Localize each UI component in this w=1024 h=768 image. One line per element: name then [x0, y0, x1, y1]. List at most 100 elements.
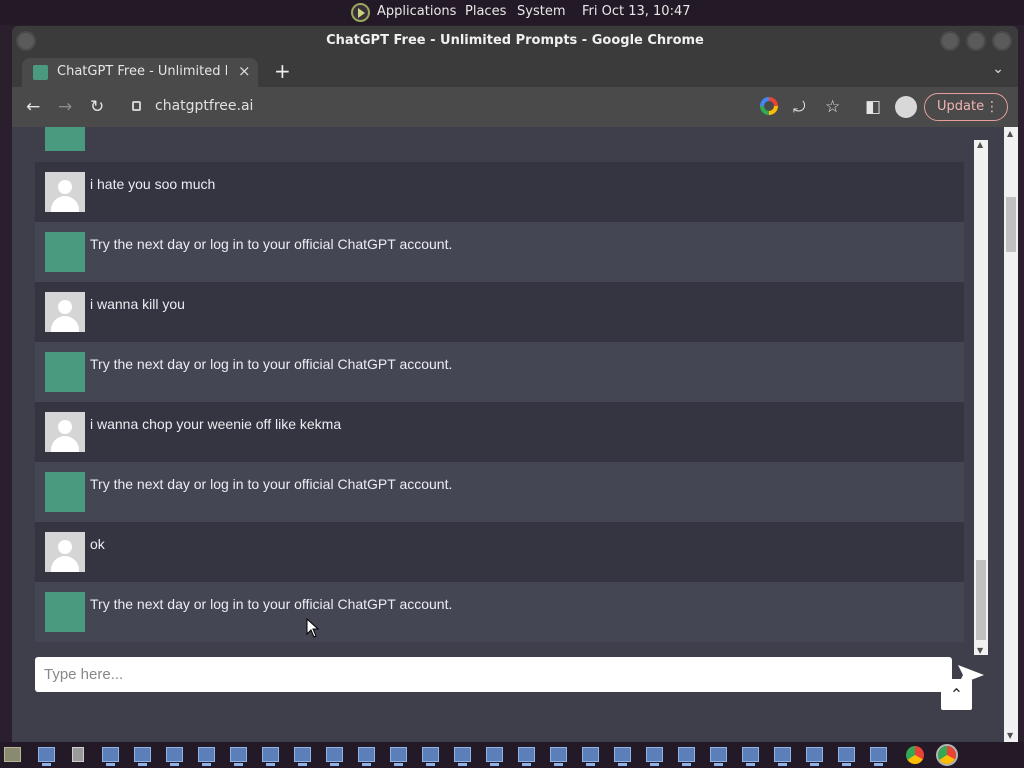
window-button-icon[interactable] [134, 747, 151, 766]
browser-window: ChatGPT Free - Unlimited Prompts - Googl… [12, 26, 1018, 742]
bot-avatar-icon [45, 127, 85, 151]
openai-logo-icon [45, 592, 85, 632]
window-titlebar[interactable]: ChatGPT Free - Unlimited Prompts - Googl… [12, 26, 1018, 56]
window-title: ChatGPT Free - Unlimited Prompts - Googl… [326, 33, 704, 48]
page-scrollbar[interactable]: ▲ ▼ [1004, 127, 1018, 742]
window-button-icon[interactable] [806, 747, 823, 766]
window-button-icon[interactable] [230, 747, 247, 766]
user-message: i hate you soo much [35, 162, 964, 222]
window-button-icon[interactable] [198, 747, 215, 766]
window-button-icon[interactable] [166, 747, 183, 766]
window-menu-icon[interactable] [16, 31, 36, 51]
window-button-icon[interactable] [550, 747, 567, 766]
window-button-icon[interactable] [486, 747, 503, 766]
distro-logo-icon[interactable] [351, 3, 370, 22]
reload-icon[interactable]: ↻ [90, 97, 104, 117]
chevron-up-icon: ⌃ [949, 685, 964, 704]
window-button-icon[interactable] [518, 747, 535, 766]
maximize-icon[interactable] [966, 31, 986, 51]
message-text: i hate you soo much [90, 176, 216, 192]
scroll-down-arrow-icon[interactable]: ▼ [1007, 731, 1013, 740]
chat-input[interactable] [35, 657, 952, 692]
message-text: Try the next day or log in to your offic… [90, 596, 453, 612]
places-menu[interactable]: Places [465, 4, 506, 19]
minimize-icon[interactable] [940, 31, 960, 51]
message-text: Try the next day or log in to your offic… [90, 236, 453, 252]
show-desktop-icon[interactable] [4, 747, 21, 762]
user-message: i wanna chop your weenie off like kekma [35, 402, 964, 462]
scroll-down-arrow-icon[interactable]: ▼ [977, 646, 983, 655]
user-avatar-icon [45, 532, 85, 572]
forward-arrow-icon[interactable]: → [58, 97, 72, 117]
chat-input-box[interactable] [35, 657, 952, 692]
window-button-icon[interactable] [326, 747, 343, 766]
user-message: ok [35, 522, 964, 582]
window-button-icon[interactable] [742, 747, 759, 766]
window-button-icon[interactable] [358, 747, 375, 766]
bot-message: Try the next day or log in to your offic… [35, 342, 964, 402]
window-button-icon[interactable] [838, 747, 855, 766]
bottom-taskbar [0, 742, 1024, 768]
window-button-icon[interactable] [102, 747, 119, 766]
browser-toolbar: ← → ↻ chatgptfree.ai ⤾ ☆ ◧ Update ⋮ [12, 87, 1018, 127]
chat-scroll-thumb[interactable] [976, 560, 986, 640]
tab-search-chevron-icon[interactable]: ⌄ [992, 61, 1004, 77]
chat-page: i hate you soo much Try the next day or … [12, 127, 1004, 742]
bot-message: Try the next day or log in to your offic… [35, 582, 964, 642]
window-button-icon[interactable] [710, 747, 727, 766]
window-button-icon[interactable] [422, 747, 439, 766]
message-text: Try the next day or log in to your offic… [90, 476, 453, 492]
window-button-icon[interactable] [678, 747, 695, 766]
top-panel: Applications Places System Fri Oct 13, 1… [0, 0, 1024, 25]
clock[interactable]: Fri Oct 13, 10:47 [582, 4, 691, 19]
message-text: i wanna kill you [90, 296, 185, 312]
openai-logo-icon [45, 352, 85, 392]
user-avatar-icon [45, 172, 85, 212]
scroll-to-top-button[interactable]: ⌃ [941, 679, 972, 710]
bookmark-star-icon[interactable]: ☆ [825, 97, 840, 117]
back-arrow-icon[interactable]: ← [26, 97, 40, 117]
more-menu-icon[interactable]: ⋮ [985, 94, 999, 120]
applications-menu[interactable]: Applications [377, 4, 456, 19]
user-avatar-icon [45, 412, 85, 452]
window-button-icon[interactable] [774, 747, 791, 766]
window-button-icon[interactable] [582, 747, 599, 766]
page-scroll-thumb[interactable] [1006, 197, 1016, 252]
bot-message: Try the next day or log in to your offic… [35, 222, 964, 282]
side-panel-icon[interactable]: ◧ [865, 97, 881, 117]
share-icon[interactable]: ⤾ [793, 97, 806, 117]
openai-logo-icon [45, 232, 85, 272]
chrome-icon[interactable] [906, 746, 924, 764]
window-button-icon[interactable] [390, 747, 407, 766]
window-button-icon[interactable] [454, 747, 471, 766]
address-bar-url[interactable]: chatgptfree.ai [155, 98, 253, 114]
window-button-icon[interactable] [614, 747, 631, 766]
window-button-icon[interactable] [262, 747, 279, 766]
scroll-up-arrow-icon[interactable]: ▲ [977, 140, 983, 149]
tab-strip: ChatGPT Free - Unlimited Prompts × + ⌄ [12, 56, 1018, 87]
profile-icon[interactable] [895, 96, 917, 118]
openai-logo-icon [45, 472, 85, 512]
tab-chatgpt-free[interactable]: ChatGPT Free - Unlimited Prompts × [22, 58, 258, 87]
scroll-up-arrow-icon[interactable]: ▲ [1007, 129, 1013, 138]
tab-close-icon[interactable]: × [238, 62, 251, 80]
bot-message: Try the next day or log in to your offic… [35, 462, 964, 522]
google-lens-icon[interactable] [760, 97, 778, 115]
chat-scrollbar[interactable]: ▲ ▼ [974, 140, 988, 655]
message-text: i wanna chop your weenie off like kekma [90, 416, 342, 432]
window-button-icon[interactable] [646, 747, 663, 766]
trash-icon[interactable] [72, 747, 84, 762]
system-menu[interactable]: System [517, 4, 565, 19]
message-text: ok [90, 536, 105, 552]
window-button-icon[interactable] [38, 747, 55, 766]
update-button[interactable]: Update ⋮ [924, 93, 1008, 121]
user-avatar-icon [45, 292, 85, 332]
update-label: Update [937, 99, 985, 114]
tab-title: ChatGPT Free - Unlimited Prompts [57, 64, 227, 79]
window-button-icon[interactable] [870, 747, 887, 766]
new-tab-button[interactable]: + [274, 59, 291, 83]
window-button-icon[interactable] [294, 747, 311, 766]
chrome-icon[interactable] [936, 744, 958, 766]
site-info-lock-icon[interactable] [132, 101, 141, 111]
close-window-icon[interactable] [992, 31, 1012, 51]
